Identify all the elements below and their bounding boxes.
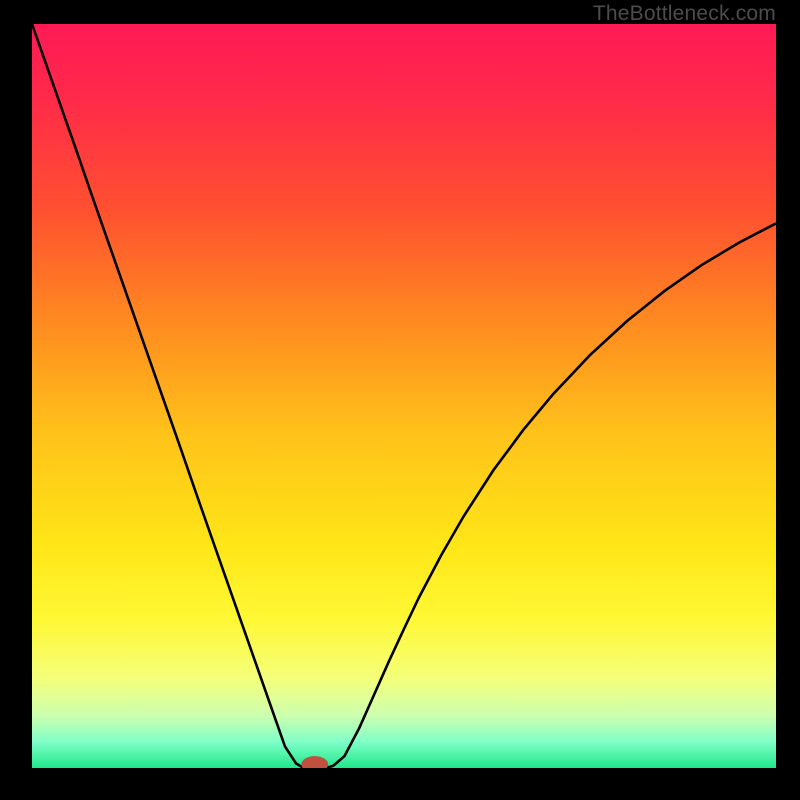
chart-plot-area <box>32 24 776 768</box>
chart-frame: TheBottleneck.com <box>0 0 800 800</box>
chart-svg <box>32 24 776 768</box>
gradient-background <box>32 24 776 768</box>
watermark-text: TheBottleneck.com <box>593 2 776 26</box>
